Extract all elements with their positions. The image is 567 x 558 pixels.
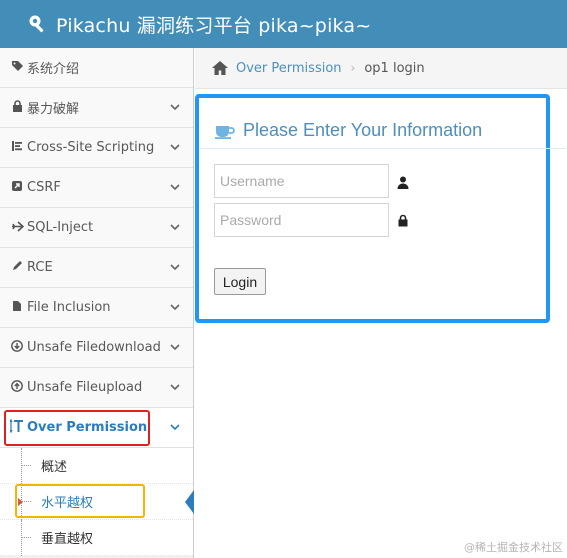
submenu-item-vertical-privilege[interactable]: 垂直越权: [0, 520, 193, 556]
submenu-item-label: 垂直越权: [41, 532, 94, 547]
panel-title: Please Enter Your Information: [243, 120, 483, 140]
sidebar: 系统介绍 暴力破解 Cross-Site Scripting CSRF SQL-…: [0, 48, 194, 558]
wrench-icon: [29, 15, 44, 33]
chevron-down-icon: [170, 344, 180, 351]
breadcrumb: Over Permission › op1 login: [195, 48, 567, 89]
plane-icon: [10, 220, 24, 235]
coffee-icon: [215, 125, 235, 139]
panel-heading: Please Enter Your Information: [215, 120, 482, 141]
lock-icon: [10, 100, 24, 115]
sidebar-item-label: CSRF: [27, 180, 61, 195]
sidebar-item-file-inclusion[interactable]: File Inclusion: [0, 288, 193, 328]
sidebar-item-label: SQL-Inject: [27, 220, 94, 235]
sidebar-item-over-permission[interactable]: Over Permission: [0, 408, 193, 448]
app-title: Pikachu 漏洞练习平台 pika~pika~: [56, 14, 372, 37]
sidebar-item-label: Over Permission: [27, 420, 148, 435]
chevron-down-icon: [170, 384, 180, 391]
login-button[interactable]: Login: [214, 268, 266, 295]
pencil-icon: [10, 260, 24, 275]
chevron-down-icon: [170, 264, 180, 271]
sidebar-item-label: 系统介绍: [27, 62, 80, 77]
login-panel: Please Enter Your Information Login: [195, 94, 566, 323]
submenu-item-horizontal-privilege[interactable]: 水平越权: [0, 484, 194, 520]
tag-icon: [10, 60, 24, 75]
external-link-icon: [10, 180, 24, 195]
sidebar-item-brute-force[interactable]: 暴力破解: [0, 88, 193, 128]
sidebar-item-label: Unsafe Filedownload: [27, 340, 161, 355]
highlight-box: [15, 484, 145, 518]
download-circle-icon: [10, 340, 24, 355]
chevron-down-icon: [170, 184, 180, 191]
submenu-item-label: 概述: [41, 460, 68, 475]
upload-circle-icon: [10, 380, 24, 395]
lock-icon: [398, 214, 408, 227]
password-input[interactable]: [214, 203, 389, 237]
sidebar-item-intro[interactable]: 系统介绍: [0, 48, 193, 88]
sidebar-item-label: RCE: [27, 260, 53, 275]
submenu-over-permission: 概述 水平越权 垂直越权: [0, 448, 194, 556]
chevron-down-icon: [170, 424, 180, 431]
breadcrumb-separator-icon: ›: [350, 61, 356, 75]
sidebar-item-unsafe-filedownload[interactable]: Unsafe Filedownload: [0, 328, 193, 368]
divider: [199, 148, 566, 149]
sidebar-item-label: 暴力破解: [27, 102, 80, 117]
top-navbar: Pikachu 漏洞练习平台 pika~pika~: [0, 0, 567, 48]
sidebar-item-label: Unsafe Fileupload: [27, 380, 143, 395]
sidebar-item-csrf[interactable]: CSRF: [0, 168, 193, 208]
chevron-down-icon: [170, 304, 180, 311]
breadcrumb-current: op1 login: [364, 60, 425, 76]
text-height-icon: [9, 418, 24, 436]
user-icon: [397, 176, 409, 189]
chevron-down-icon: [170, 224, 180, 231]
sidebar-item-xss[interactable]: Cross-Site Scripting: [0, 128, 193, 168]
chevron-down-icon: [170, 144, 180, 151]
active-indicator-arrow: [185, 490, 194, 514]
username-input[interactable]: [214, 164, 389, 198]
sidebar-item-label: File Inclusion: [27, 300, 111, 315]
sidebar-item-label: Cross-Site Scripting: [27, 140, 155, 155]
list-icon: [10, 140, 24, 155]
breadcrumb-link-over-permission[interactable]: Over Permission: [236, 61, 342, 76]
home-icon: [212, 61, 228, 75]
watermark: @稀土掘金技术社区: [464, 541, 563, 554]
submenu-item-overview[interactable]: 概述: [0, 448, 193, 484]
sidebar-item-sql-inject[interactable]: SQL-Inject: [0, 208, 193, 248]
chevron-down-icon: [170, 104, 180, 111]
file-icon: [10, 300, 24, 315]
sidebar-item-unsafe-fileupload[interactable]: Unsafe Fileupload: [0, 368, 193, 408]
sidebar-item-rce[interactable]: RCE: [0, 248, 193, 288]
